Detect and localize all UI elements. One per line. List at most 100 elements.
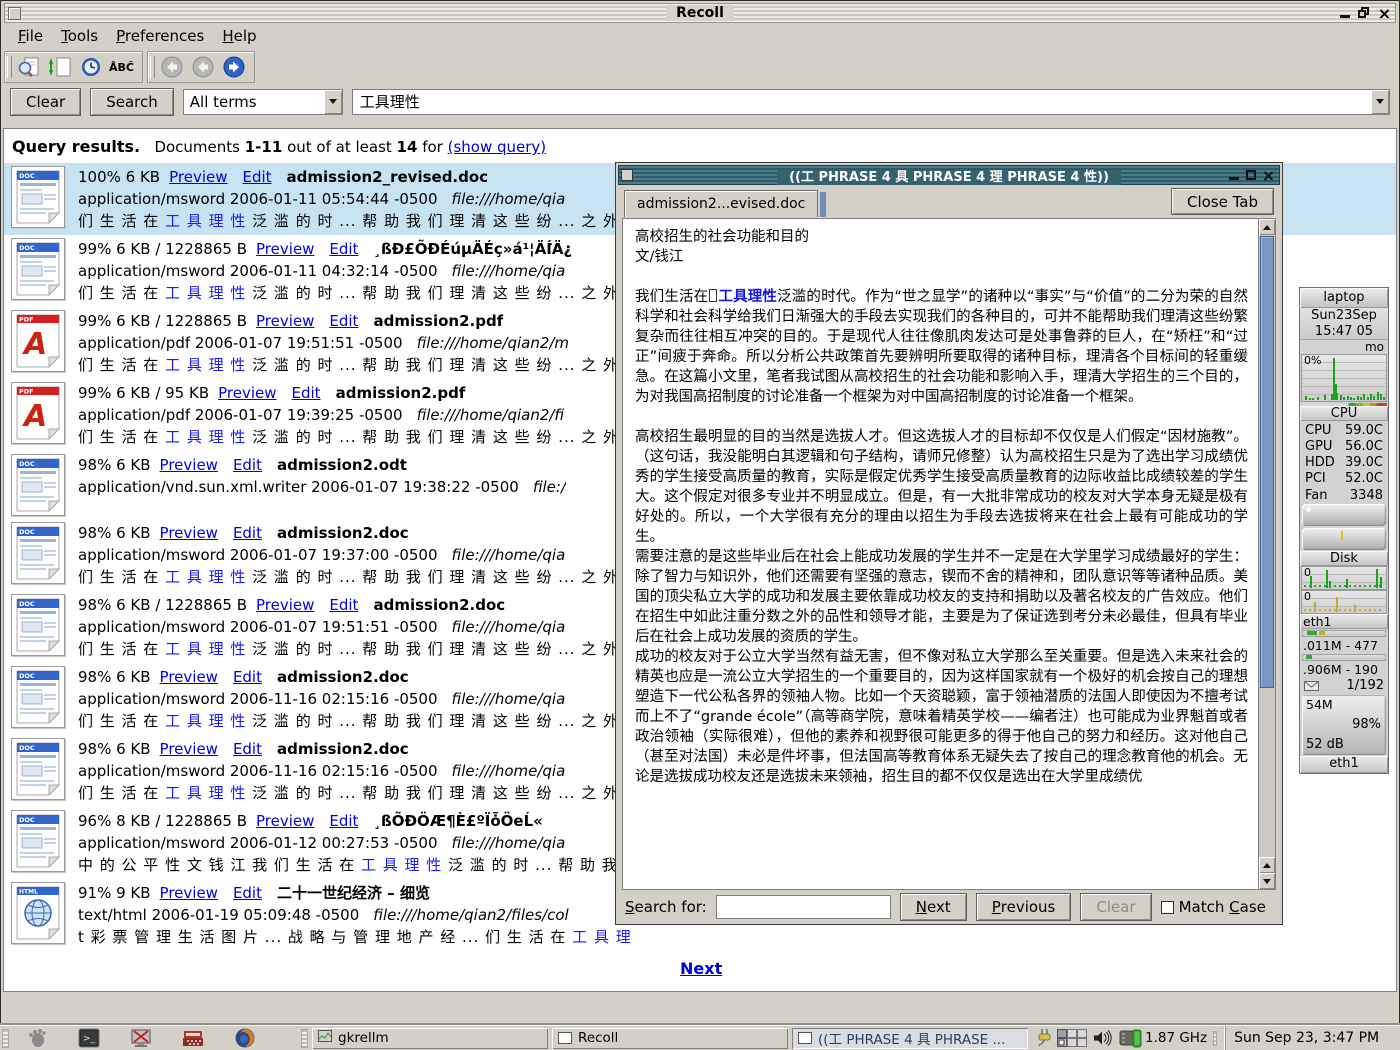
- svg-text:DOC: DOC: [19, 672, 35, 680]
- edit-link[interactable]: Edit: [329, 312, 358, 330]
- scroll-up-icon[interactable]: [1259, 857, 1275, 873]
- panel-handle[interactable]: [2, 1029, 9, 1048]
- edit-link[interactable]: Edit: [233, 668, 262, 686]
- plug-icon[interactable]: [1036, 1028, 1052, 1048]
- minimize-icon[interactable]: [1338, 7, 1351, 20]
- restore-icon[interactable]: [1358, 7, 1371, 20]
- tab-accent: [820, 192, 826, 217]
- doc-file-icon[interactable]: DOC: [11, 810, 65, 872]
- result-title: admission2.doc: [373, 596, 505, 614]
- maximize-icon[interactable]: [1246, 170, 1256, 180]
- close-icon[interactable]: ×: [1378, 7, 1391, 20]
- preview-link[interactable]: Preview: [160, 668, 218, 686]
- workspace-pager-icon[interactable]: [1057, 1028, 1087, 1048]
- chevron-down-icon[interactable]: [1371, 90, 1389, 114]
- edit-link[interactable]: Edit: [329, 240, 358, 258]
- preview-link[interactable]: Preview: [256, 596, 314, 614]
- preview-link[interactable]: Preview: [256, 812, 314, 830]
- preview-link[interactable]: Preview: [218, 384, 276, 402]
- preview-link[interactable]: Preview: [169, 168, 227, 186]
- edit-link[interactable]: Edit: [233, 884, 262, 902]
- result-title: admission2.pdf: [336, 384, 466, 402]
- menu-help[interactable]: Help: [213, 24, 265, 48]
- show-query-link[interactable]: (show query): [448, 138, 547, 156]
- scrollbar[interactable]: [1258, 219, 1275, 889]
- result-url: file:///home/qia: [452, 690, 566, 708]
- preview-link[interactable]: Preview: [160, 456, 218, 474]
- find-next-button[interactable]: Next: [900, 893, 967, 921]
- preview-link[interactable]: Preview: [256, 312, 314, 330]
- firefox-icon[interactable]: [232, 1027, 258, 1049]
- panel-handle[interactable]: [1213, 1031, 1217, 1046]
- search-mode-select[interactable]: All terms: [183, 89, 343, 115]
- doc-file-icon[interactable]: DOC: [11, 454, 65, 516]
- menu-file[interactable]: File: [9, 24, 52, 48]
- scroll-up-icon[interactable]: [1259, 219, 1275, 235]
- match-case-checkbox[interactable]: [1161, 901, 1174, 914]
- cpu-chart: 0%: [1301, 354, 1387, 402]
- taskbar-button[interactable]: gkrellm: [312, 1028, 548, 1049]
- menu-tools[interactable]: Tools: [52, 24, 107, 48]
- result-snippet: 们 生 活 在 工 具 理 性 泛 滥 的 时 ... 帮 助 我 们 理 清 …: [78, 282, 641, 304]
- taskbar-button[interactable]: ((工 PHRASE 4 具 PHRASE ...: [792, 1028, 1028, 1049]
- chevron-down-icon[interactable]: [324, 90, 342, 114]
- edit-link[interactable]: Edit: [242, 168, 271, 186]
- preview-link[interactable]: Preview: [160, 884, 218, 902]
- preview-link[interactable]: Preview: [160, 524, 218, 542]
- find-input[interactable]: [716, 895, 891, 919]
- result-url: file:///home/qia: [452, 762, 566, 780]
- result-title: admission2.doc: [277, 740, 409, 758]
- cpu-section-label[interactable]: CPU: [1300, 406, 1388, 421]
- edit-link[interactable]: Edit: [233, 740, 262, 758]
- panel-handle[interactable]: [301, 1029, 308, 1048]
- menu-preferences[interactable]: Preferences: [107, 24, 213, 48]
- gkrellm-monitor: laptop Sun23Sep15:47 05 mo 0% CPU CPU59.…: [1299, 287, 1389, 774]
- volume-icon[interactable]: [1092, 1029, 1114, 1047]
- pdf-file-icon[interactable]: PDFA: [11, 382, 65, 444]
- doc-file-icon[interactable]: DOC: [11, 238, 65, 300]
- close-icon[interactable]: ×: [1262, 169, 1275, 182]
- edit-link[interactable]: Edit: [329, 596, 358, 614]
- edit-link[interactable]: Edit: [233, 524, 262, 542]
- screen-lock-icon[interactable]: [128, 1027, 154, 1049]
- search-button[interactable]: Search: [90, 88, 174, 116]
- find-previous-button[interactable]: Previous: [976, 893, 1072, 921]
- clear-button[interactable]: Clear: [10, 88, 81, 116]
- term-explorer-icon[interactable]: ÅBĈ: [106, 54, 137, 81]
- result-url: file:/: [533, 478, 566, 496]
- preview-tab[interactable]: admission2...evised.doc: [624, 190, 818, 217]
- terminal-icon[interactable]: >_: [76, 1027, 102, 1049]
- doc-file-icon[interactable]: DOC: [11, 666, 65, 728]
- window-titlebar: Recoll ×: [4, 3, 1396, 23]
- typewriter-icon[interactable]: [180, 1027, 206, 1049]
- eth-section-label[interactable]: eth1: [1300, 614, 1388, 629]
- sort-document-icon[interactable]: [44, 54, 75, 81]
- battery-icon[interactable]: [1119, 1028, 1143, 1048]
- svg-text:A: A: [22, 327, 47, 362]
- close-tab-button[interactable]: Close Tab: [1171, 188, 1274, 215]
- preview-link[interactable]: Preview: [256, 240, 314, 258]
- doc-file-icon[interactable]: DOC: [11, 594, 65, 656]
- doc-file-icon[interactable]: DOC: [11, 522, 65, 584]
- taskbar-button[interactable]: Recoll: [552, 1028, 788, 1049]
- pdf-file-icon[interactable]: PDFA: [11, 310, 65, 372]
- scroll-thumb[interactable]: [1260, 236, 1274, 688]
- edit-link[interactable]: Edit: [329, 812, 358, 830]
- edit-link[interactable]: Edit: [292, 384, 321, 402]
- gkrellm-hostname[interactable]: laptop: [1300, 288, 1388, 308]
- doc-file-icon[interactable]: DOC: [11, 738, 65, 800]
- edit-link[interactable]: Edit: [233, 456, 262, 474]
- minimize-icon[interactable]: [1227, 169, 1240, 182]
- preview-link[interactable]: Preview: [160, 740, 218, 758]
- history-clock-icon[interactable]: [75, 54, 106, 81]
- search-query-input[interactable]: 工具理性: [352, 89, 1390, 115]
- html-file-icon[interactable]: HTML: [11, 882, 65, 944]
- disk-section-label[interactable]: Disk: [1300, 551, 1388, 566]
- scroll-down-icon[interactable]: [1259, 873, 1275, 889]
- next-page-link[interactable]: Next: [680, 959, 722, 978]
- eth-bottom-label[interactable]: eth1: [1300, 756, 1388, 773]
- gnome-foot-icon[interactable]: [24, 1027, 50, 1049]
- doc-file-icon[interactable]: DOC: [11, 166, 65, 228]
- preview-search-icon[interactable]: [13, 54, 44, 81]
- forward-icon[interactable]: [218, 54, 249, 81]
